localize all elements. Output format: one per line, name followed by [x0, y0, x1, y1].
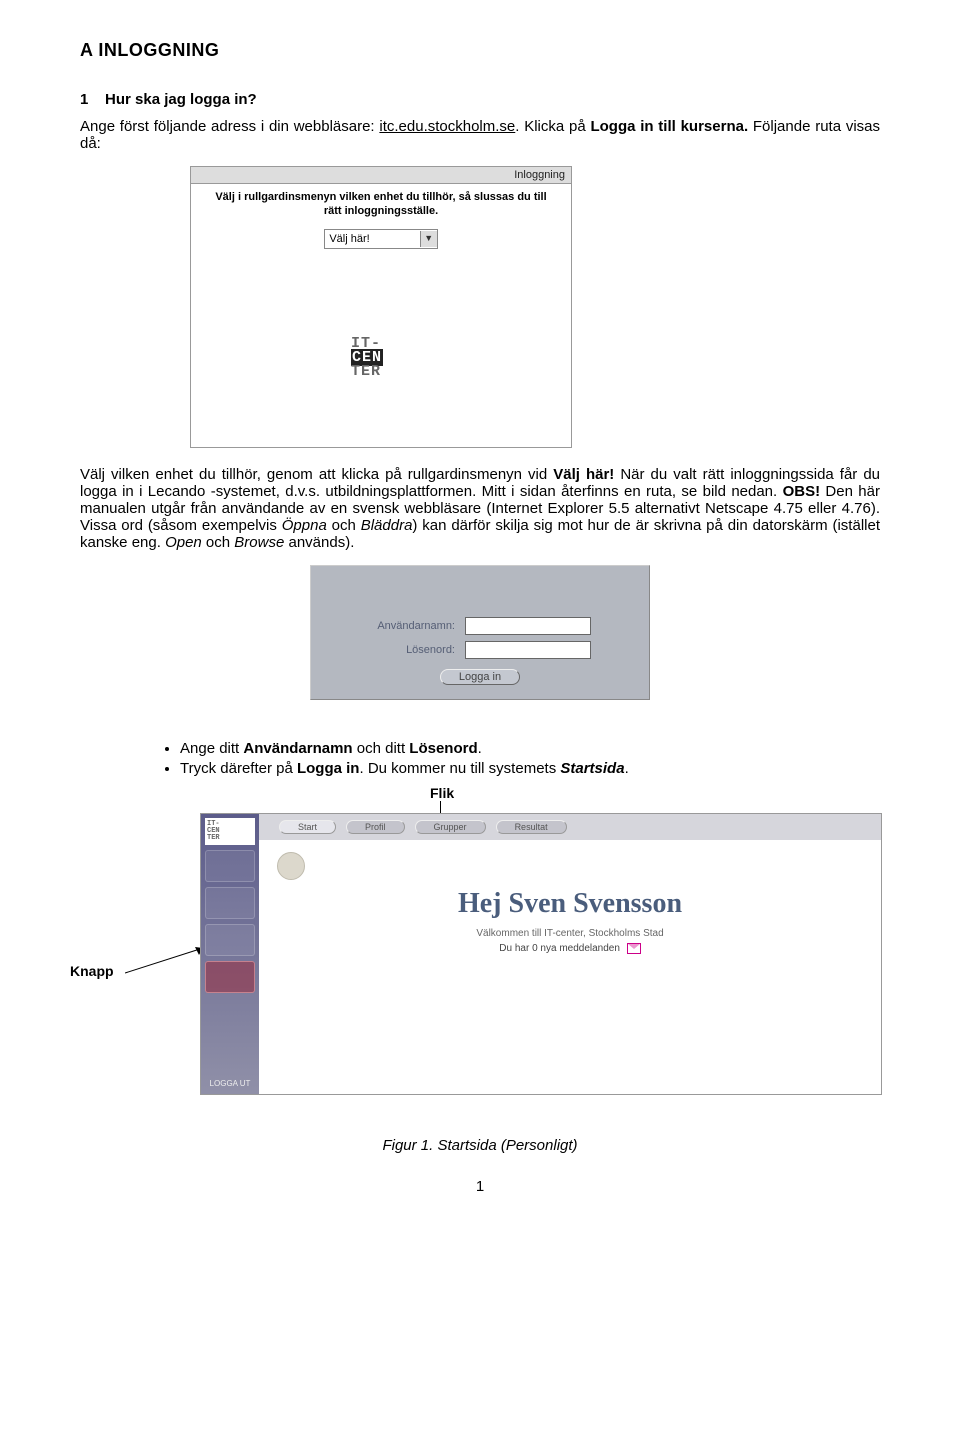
sidebar-logo: IT-CENTER [205, 818, 255, 845]
p2-obs: OBS! [783, 483, 821, 500]
password-label: Lösenord: [325, 644, 465, 656]
q-number: 1 [80, 91, 88, 108]
tab-profil[interactable]: Profil [346, 820, 405, 834]
p2-valj: Välj här! [553, 466, 614, 483]
p2-and2: och [202, 534, 235, 551]
b2-b: . Du kommer nu till systemets [359, 760, 560, 777]
url-link: itc.edu.stockholm.se [379, 118, 515, 135]
login-button[interactable]: Logga in [440, 669, 520, 685]
sidebar-button-3[interactable] [205, 924, 255, 956]
username-label: Användarnamn: [325, 620, 465, 632]
password-input[interactable] [465, 641, 591, 659]
login-screenshot: Användarnamn: Lösenord: Logga in [310, 565, 650, 700]
p2-end: används). [284, 534, 354, 551]
b2-login: Logga in [297, 760, 360, 777]
section-heading: A INLOGGNING [80, 40, 880, 61]
mail-icon[interactable] [627, 943, 641, 954]
knapp-annotation: Knapp [70, 963, 114, 979]
chevron-down-icon: ▼ [420, 231, 437, 247]
messages-text: Du har 0 nya meddelanden [499, 943, 620, 954]
p1-pre: Ange först följande adress i din webbläs… [80, 118, 379, 135]
logout-button[interactable]: LOGGA UT [205, 1079, 255, 1088]
dropdown-value: Välj här! [329, 233, 369, 245]
p2-a: Välj vilken enhet du tillhör, genom att … [80, 466, 553, 483]
startsida-screenshot: IT-CENTER LOGGA UT Start Profil Grupper … [200, 813, 882, 1095]
inlog-instructions: Välj i rullgardinsmenyn vilken enhet du … [191, 184, 571, 223]
question-line: 1 Hur ska jag logga in? [80, 91, 880, 108]
username-input[interactable] [465, 617, 591, 635]
p2-browse: Browse [234, 534, 284, 551]
b2-end: . [625, 760, 629, 777]
inlog-header: Inloggning [191, 167, 571, 184]
it-center-logo: IT-CENTER [351, 337, 383, 379]
inloggning-screenshot: Inloggning Välj i rullgardinsmenyn vilke… [190, 166, 572, 448]
bullet-1: Ange ditt Användarnamn och ditt Lösenord… [180, 740, 880, 757]
paragraph-2: Välj vilken enhet du tillhör, genom att … [80, 466, 880, 551]
b1-end: . [478, 740, 482, 757]
sidebar-button-personligt[interactable] [205, 961, 255, 993]
b1-pass: Lösenord [409, 740, 477, 757]
p2-and: och [327, 517, 361, 534]
b2-start: Startsida [560, 760, 624, 777]
avatar-icon [277, 852, 305, 880]
unit-dropdown[interactable]: Välj här! ▼ [324, 229, 437, 249]
sidebar-button-2[interactable] [205, 887, 255, 919]
tab-start[interactable]: Start [279, 820, 336, 834]
paragraph-1: Ange först följande adress i din webbläs… [80, 118, 880, 152]
p2-oppna: Öppna [282, 517, 327, 534]
b1-a: Ange ditt [180, 740, 243, 757]
tab-resultat[interactable]: Resultat [496, 820, 567, 834]
p2-bladdra: Bläddra [361, 517, 413, 534]
b1-mid: och ditt [353, 740, 410, 757]
p2-open: Open [165, 534, 202, 551]
p1-mid: . Klicka på [515, 118, 590, 135]
page-number: 1 [80, 1178, 880, 1195]
q-text: Hur ska jag logga in? [105, 91, 257, 108]
figure-caption: Figur 1. Startsida (Personligt) [80, 1137, 880, 1154]
instruction-bullets: Ange ditt Användarnamn och ditt Lösenord… [180, 740, 880, 777]
flik-annotation: Flik [430, 785, 880, 801]
p1-login-link: Logga in till kurserna. [590, 118, 748, 135]
sidebar-button-1[interactable] [205, 850, 255, 882]
greeting: Hej Sven Svensson [259, 888, 881, 920]
flik-leader-line [440, 801, 441, 813]
welcome-text: Välkommen till IT-center, Stockholms Sta… [259, 928, 881, 939]
sidebar: IT-CENTER LOGGA UT [201, 814, 259, 1094]
b1-user: Användarnamn [243, 740, 352, 757]
messages-line: Du har 0 nya meddelanden [259, 943, 881, 954]
content-area: Hej Sven Svensson Välkommen till IT-cent… [259, 840, 881, 1094]
topbar: Start Profil Grupper Resultat [259, 814, 881, 841]
tab-grupper[interactable]: Grupper [415, 820, 486, 834]
bullet-2: Tryck därefter på Logga in. Du kommer nu… [180, 760, 880, 777]
b2-a: Tryck därefter på [180, 760, 297, 777]
